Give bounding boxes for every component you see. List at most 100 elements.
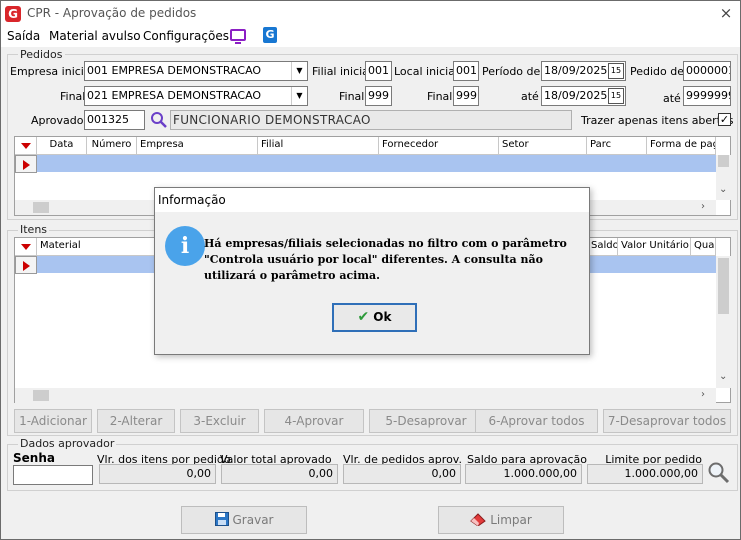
chevron-down-icon[interactable]: ▼ bbox=[291, 87, 307, 105]
scroll-thumb[interactable] bbox=[718, 258, 729, 314]
pedidos-vscroll[interactable]: ⌄ bbox=[716, 155, 731, 200]
filial-final-field[interactable]: 999 bbox=[365, 86, 392, 106]
row-indicator[interactable] bbox=[15, 155, 37, 173]
limpar-label: Limpar bbox=[490, 513, 532, 527]
zoom-icon[interactable] bbox=[707, 461, 731, 485]
gravar-button[interactable]: Gravar bbox=[181, 506, 307, 534]
ok-button[interactable]: ✔ Ok bbox=[332, 303, 417, 332]
periodo-ate-field[interactable]: 18/09/2025 15 bbox=[541, 86, 626, 106]
senha-label: Senha bbox=[13, 451, 55, 465]
checkmark-icon: ✔ bbox=[357, 309, 370, 325]
saldo-value: 1.000.000,00 bbox=[465, 464, 582, 484]
senha-field[interactable] bbox=[13, 465, 93, 485]
empresa-final-label: Final bbox=[60, 90, 86, 103]
periodo-de-field[interactable]: 18/09/2025 15 bbox=[541, 61, 626, 81]
col-data[interactable]: Data bbox=[37, 137, 87, 155]
vlr-itens-value: 0,00 bbox=[99, 464, 216, 484]
col-setor[interactable]: Setor bbox=[499, 137, 587, 155]
scroll-right-icon[interactable]: › bbox=[701, 389, 705, 400]
triangle-right-icon bbox=[23, 261, 30, 271]
row-indicator[interactable] bbox=[15, 256, 37, 274]
pedidos-legend: Pedidos bbox=[18, 48, 65, 61]
filial-final-label: Final bbox=[339, 90, 365, 103]
scroll-down-icon[interactable]: ⌄ bbox=[719, 184, 727, 195]
ok-label: Ok bbox=[373, 310, 392, 324]
g-brand-icon[interactable]: G bbox=[263, 27, 277, 43]
col-fornecedor[interactable]: Fornecedor bbox=[379, 137, 499, 155]
chevron-down-icon[interactable]: ▼ bbox=[291, 62, 307, 80]
table-row[interactable] bbox=[37, 155, 716, 172]
scroll-thumb[interactable] bbox=[33, 202, 49, 213]
aprovador-code-field[interactable]: 001325 bbox=[84, 110, 145, 130]
local-inicial-label: Local inicial bbox=[394, 65, 458, 78]
scroll-right-icon[interactable]: › bbox=[701, 201, 705, 212]
periodo-de-label: Período de bbox=[482, 65, 541, 78]
triangle-right-icon bbox=[23, 160, 30, 170]
window-title: CPR - Aprovação de pedidos bbox=[27, 6, 197, 20]
total-aprovado-value: 0,00 bbox=[221, 464, 338, 484]
trazer-abertos-checkbox[interactable]: ✓ bbox=[718, 113, 731, 126]
save-icon bbox=[214, 512, 229, 526]
col-empresa[interactable]: Empresa bbox=[137, 137, 258, 155]
adicionar-button[interactable]: 1-Adicionar bbox=[14, 409, 92, 433]
col-quantidade[interactable]: Quan bbox=[691, 238, 716, 256]
local-inicial-field[interactable]: 001 bbox=[453, 61, 479, 81]
alterar-button[interactable]: 2-Alterar bbox=[97, 409, 175, 433]
empresa-inicial-select[interactable]: 001 EMPRESA DEMONSTRACAO ▼ bbox=[84, 61, 308, 81]
periodo-ate-label: até bbox=[521, 90, 539, 103]
limpar-button[interactable]: Limpar bbox=[438, 506, 564, 534]
dialog-title: Informação bbox=[155, 188, 589, 212]
grid-menu-button[interactable] bbox=[15, 238, 37, 256]
app-window: G CPR - Aprovação de pedidos × Saída Mat… bbox=[0, 0, 741, 540]
desaprovar-todos-button[interactable]: 7-Desaprovar todos bbox=[603, 409, 731, 433]
pedido-ate-field[interactable]: 9999999 bbox=[683, 86, 731, 106]
scroll-thumb[interactable] bbox=[33, 390, 49, 401]
info-dialog: Informação i Há empresas/filiais selecio… bbox=[154, 187, 590, 355]
col-saldo[interactable]: Saldo bbox=[588, 238, 618, 256]
search-icon[interactable] bbox=[150, 111, 168, 129]
empresa-final-select[interactable]: 021 EMPRESA DEMONSTRACAO ▼ bbox=[84, 86, 308, 106]
calendar-icon[interactable]: 15 bbox=[608, 88, 624, 104]
dados-aprovador-legend: Dados aprovador bbox=[18, 437, 117, 450]
itens-vscroll[interactable]: ⌄ bbox=[716, 256, 731, 388]
triangle-down-icon bbox=[21, 143, 31, 149]
calendar-icon[interactable]: 15 bbox=[608, 63, 624, 79]
excluir-button[interactable]: 3-Excluir bbox=[180, 409, 259, 433]
pedidos-aprov-value: 0,00 bbox=[343, 464, 461, 484]
eraser-icon bbox=[470, 513, 486, 527]
aprovar-button[interactable]: 4-Aprovar bbox=[264, 409, 364, 433]
local-final-label: Final bbox=[427, 90, 453, 103]
itens-hscroll[interactable]: › bbox=[15, 388, 716, 403]
col-filial[interactable]: Filial bbox=[258, 137, 379, 155]
local-final-field[interactable]: 999 bbox=[453, 86, 479, 106]
title-bar: G CPR - Aprovação de pedidos × bbox=[1, 1, 740, 27]
desaprovar-button[interactable]: 5-Desaprovar bbox=[369, 409, 483, 433]
menu-material-avulso[interactable]: Material avulso bbox=[49, 29, 141, 43]
col-valor-unitario[interactable]: Valor Unitário bbox=[618, 238, 691, 256]
close-icon[interactable]: × bbox=[715, 3, 737, 23]
aprovar-todos-button[interactable]: 6-Aprovar todos bbox=[475, 409, 598, 433]
gravar-label: Gravar bbox=[232, 513, 274, 527]
filial-inicial-field[interactable]: 001 bbox=[365, 61, 392, 81]
filial-inicial-label: Filial inicial bbox=[312, 65, 372, 78]
pedido-de-label: Pedido de bbox=[630, 65, 685, 78]
col-forma-pagamento[interactable]: Forma de paga bbox=[647, 137, 716, 155]
menu-configuracoes[interactable]: Configurações bbox=[143, 29, 229, 43]
triangle-down-icon bbox=[21, 244, 31, 250]
dialog-message: Há empresas/filiais selecionadas no filt… bbox=[204, 237, 567, 282]
col-parc[interactable]: Parc bbox=[587, 137, 647, 155]
pedido-de-field[interactable]: 0000001 bbox=[683, 61, 731, 81]
col-numero[interactable]: Número bbox=[87, 137, 137, 155]
menu-bar: Saída Material avulso Configurações G bbox=[1, 27, 740, 47]
app-logo-icon: G bbox=[5, 6, 21, 22]
pedido-ate-label: até bbox=[663, 92, 681, 105]
info-icon: i bbox=[165, 226, 205, 266]
itens-legend: Itens bbox=[18, 223, 50, 236]
scroll-down-icon[interactable]: ⌄ bbox=[719, 371, 727, 382]
monitor-icon[interactable] bbox=[230, 29, 246, 44]
trazer-abertos-label: Trazer apenas itens abertos bbox=[581, 114, 734, 127]
menu-saida[interactable]: Saída bbox=[7, 29, 40, 43]
aprovador-label: Aprovador bbox=[31, 114, 89, 127]
grid-menu-button[interactable] bbox=[15, 137, 37, 155]
scroll-thumb[interactable] bbox=[718, 155, 729, 167]
